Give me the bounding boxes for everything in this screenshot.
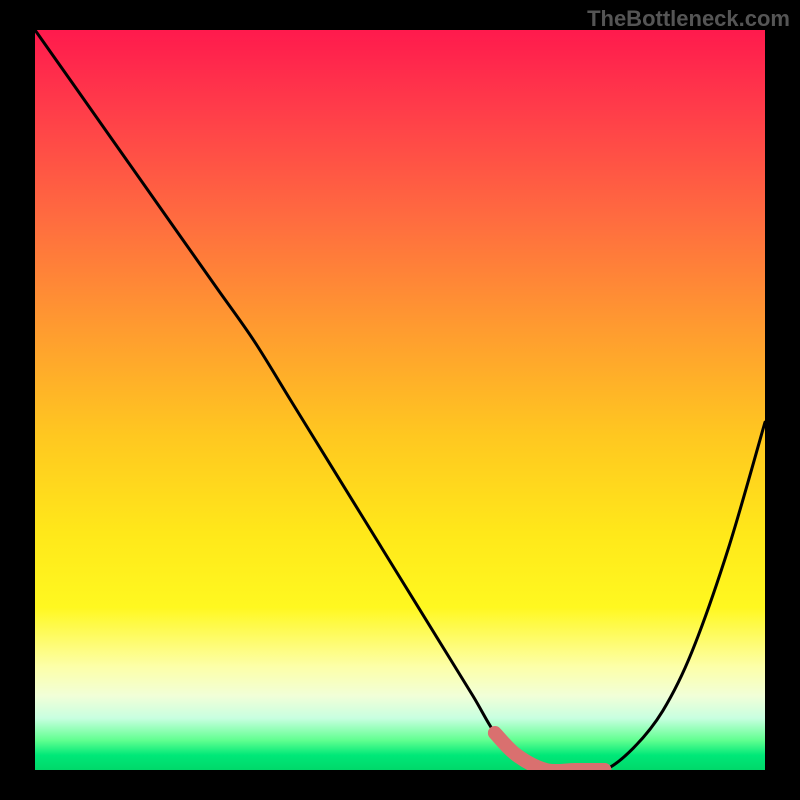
chart-area — [35, 30, 765, 770]
curve-svg — [35, 30, 765, 770]
watermark-text: TheBottleneck.com — [587, 6, 790, 32]
highlight-segment — [495, 733, 605, 770]
bottleneck-curve-path — [35, 30, 765, 770]
